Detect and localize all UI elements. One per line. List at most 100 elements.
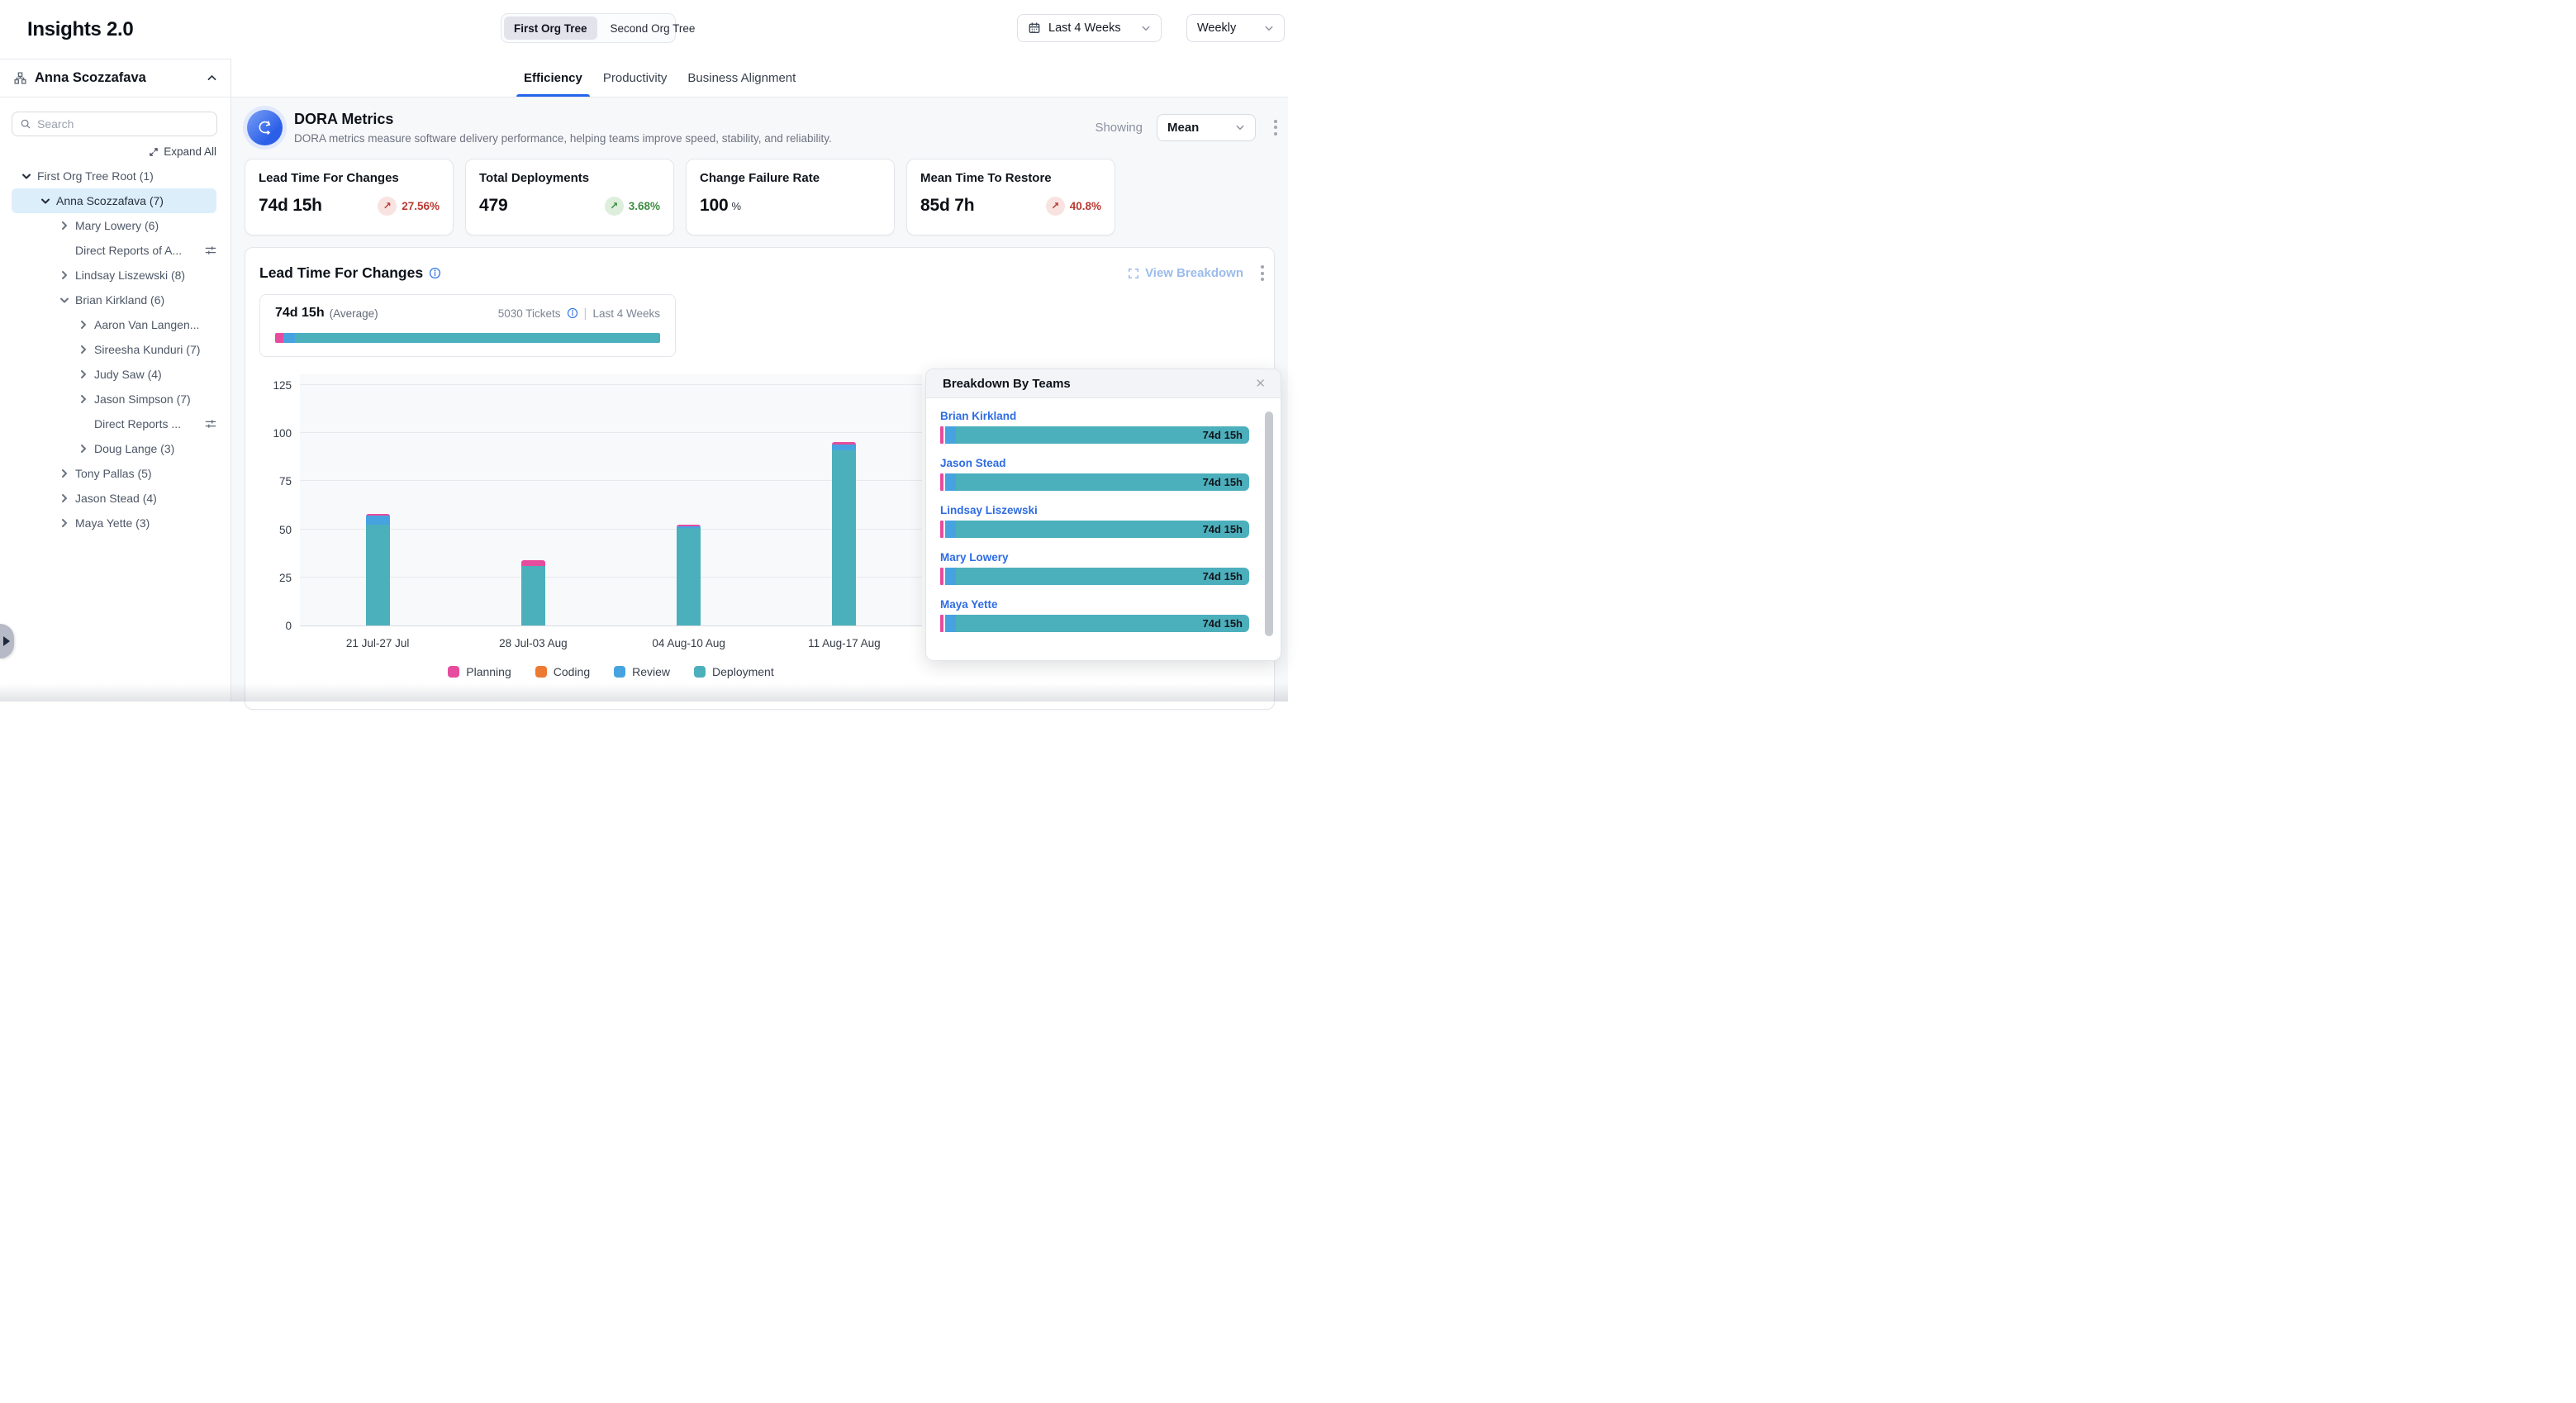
tab-efficiency[interactable]: Efficiency bbox=[524, 59, 582, 97]
tree-item-label: Sireesha Kunduri (7) bbox=[94, 343, 200, 356]
chevron-down-icon[interactable] bbox=[59, 294, 70, 306]
team-row-mary-lowery: Mary Lowery 74d 15h bbox=[940, 551, 1249, 585]
chevron-down-icon[interactable] bbox=[40, 195, 51, 207]
chevron-right-icon[interactable] bbox=[78, 443, 89, 454]
y-tick-label: 50 bbox=[279, 524, 292, 536]
chevron-right-icon[interactable] bbox=[78, 319, 89, 331]
tree-item-label: First Org Tree Root (1) bbox=[37, 169, 154, 183]
lead-time-section: Lead Time For Changes View bbox=[245, 247, 1275, 710]
sliders-icon[interactable] bbox=[205, 245, 216, 256]
bar-column-21-jul-27-jul bbox=[300, 385, 455, 625]
section-title: Lead Time For Changes bbox=[259, 264, 441, 282]
info-icon[interactable] bbox=[429, 267, 441, 279]
legend-item-deployment[interactable]: Deployment bbox=[694, 665, 774, 678]
tree-item-maya-yette-3[interactable]: Maya Yette (3) bbox=[12, 511, 216, 535]
expand-all-label: Expand All bbox=[164, 145, 216, 158]
card-mean-time-to-restore[interactable]: Mean Time To Restore 85d 7h ↗ 40.8% bbox=[906, 159, 1115, 235]
chevron-right-icon[interactable] bbox=[59, 468, 70, 479]
y-tick-label: 100 bbox=[273, 427, 292, 440]
info-icon[interactable] bbox=[567, 307, 578, 319]
legend-item-planning[interactable]: Planning bbox=[448, 665, 511, 678]
bar-04-aug-10-aug[interactable] bbox=[677, 525, 701, 625]
team-stacked-bar[interactable]: 74d 15h bbox=[940, 521, 1249, 538]
tree-item-jason-stead-4[interactable]: Jason Stead (4) bbox=[12, 486, 216, 511]
chevron-right-icon[interactable] bbox=[59, 517, 70, 529]
trend-up-icon: ↗ bbox=[378, 197, 397, 216]
team-list: Brian Kirkland 74d 15h Jason Stead 74d 15h L… bbox=[926, 398, 1281, 632]
tree-item-doug-lange-3[interactable]: Doug Lange (3) bbox=[12, 436, 216, 461]
team-stacked-bar[interactable]: 74d 15h bbox=[940, 615, 1249, 632]
team-stacked-bar[interactable]: 74d 15h bbox=[940, 426, 1249, 444]
tree-item-judy-saw-4[interactable]: Judy Saw (4) bbox=[12, 362, 216, 387]
tree-item-brian-kirkland-6[interactable]: Brian Kirkland (6) bbox=[12, 288, 216, 312]
deployment-segment bbox=[521, 566, 545, 625]
tree-item-sireesha-kunduri-7[interactable]: Sireesha Kunduri (7) bbox=[12, 337, 216, 362]
team-link[interactable]: Jason Stead bbox=[940, 457, 1249, 469]
team-link[interactable]: Mary Lowery bbox=[940, 551, 1249, 564]
team-link[interactable]: Maya Yette bbox=[940, 598, 1249, 611]
team-link[interactable]: Lindsay Liszewski bbox=[940, 504, 1249, 516]
chevron-right-icon[interactable] bbox=[78, 393, 89, 405]
chevron-right-icon[interactable] bbox=[78, 344, 89, 355]
separator: | bbox=[584, 307, 587, 321]
tree-item-jason-simpson-7[interactable]: Jason Simpson (7) bbox=[12, 387, 216, 411]
insights-app: Insights 2.0 First Org Tree Second Org T… bbox=[0, 0, 1288, 702]
card-lead-time-for-changes[interactable]: Lead Time For Changes 74d 15h ↗ 27.56% bbox=[245, 159, 454, 235]
legend-item-review[interactable]: Review bbox=[614, 665, 670, 678]
team-link[interactable]: Brian Kirkland bbox=[940, 410, 1249, 422]
tree-item-lindsay-liszewski-8[interactable]: Lindsay Liszewski (8) bbox=[12, 263, 216, 288]
team-stacked-bar[interactable]: 74d 15h bbox=[940, 568, 1249, 585]
tree-item-first-org-tree-root-1[interactable]: First Org Tree Root (1) bbox=[12, 164, 216, 188]
chevron-right-icon[interactable] bbox=[59, 492, 70, 504]
scrollbar-thumb[interactable] bbox=[1265, 411, 1273, 636]
sidebar-person-name: Anna Scozzafava bbox=[35, 70, 146, 86]
y-axis: 0255075100125 bbox=[259, 374, 300, 626]
sidebar-header[interactable]: Anna Scozzafava bbox=[0, 59, 231, 97]
dora-controls: Showing Mean bbox=[1095, 114, 1275, 141]
chevron-up-icon[interactable] bbox=[207, 73, 217, 83]
plot-inner bbox=[300, 385, 922, 625]
tab-productivity[interactable]: Productivity bbox=[603, 59, 668, 97]
chevron-down-icon[interactable] bbox=[21, 170, 32, 182]
tree-item-anna-scozzafava-7[interactable]: Anna Scozzafava (7) bbox=[12, 188, 216, 213]
chevron-right-icon[interactable] bbox=[78, 369, 89, 380]
panel-title: Breakdown By Teams bbox=[943, 377, 1071, 391]
sliders-icon[interactable] bbox=[205, 418, 216, 430]
dora-kebab-menu-icon[interactable] bbox=[1270, 117, 1281, 139]
metric-value: 479 bbox=[479, 196, 507, 216]
team-stacked-bar[interactable]: 74d 15h bbox=[940, 473, 1249, 491]
bar-28-jul-03-aug[interactable] bbox=[521, 560, 545, 625]
tree-item-tony-pallas-5[interactable]: Tony Pallas (5) bbox=[12, 461, 216, 486]
card-total-deployments[interactable]: Total Deployments 479 ↗ 3.68% bbox=[465, 159, 674, 235]
x-tick-label: 21 Jul-27 Jul bbox=[300, 637, 455, 649]
deployment-segment bbox=[677, 528, 701, 625]
view-breakdown-button[interactable]: View Breakdown bbox=[1128, 266, 1243, 280]
delta-badge: ↗ 40.8% bbox=[1046, 197, 1101, 216]
bar-21-jul-27-jul[interactable] bbox=[366, 514, 390, 625]
page-title: Insights 2.0 bbox=[27, 18, 133, 41]
close-icon[interactable]: ✕ bbox=[1255, 378, 1266, 390]
expand-all-button[interactable]: Expand All bbox=[14, 145, 216, 158]
main-area: Efficiency Productivity Business Alignme… bbox=[231, 0, 1288, 702]
chevron-right-icon[interactable] bbox=[59, 269, 70, 281]
tree-item-label: Mary Lowery (6) bbox=[75, 219, 159, 232]
expand-diagonal-icon bbox=[149, 147, 159, 157]
dora-titles: DORA Metrics DORA metrics measure softwa… bbox=[294, 111, 832, 145]
tree-item-aaron-van-langen[interactable]: Aaron Van Langen... bbox=[12, 312, 216, 337]
search-input[interactable] bbox=[37, 117, 209, 131]
average-meta: 5030 Tickets | Last 4 Weeks bbox=[498, 307, 660, 321]
tree-item-label: Lindsay Liszewski (8) bbox=[75, 269, 185, 282]
card-change-failure-rate[interactable]: Change Failure Rate 100 % bbox=[686, 159, 895, 235]
tree-item-direct-reports[interactable]: Direct Reports ... bbox=[12, 411, 216, 436]
plot-area bbox=[300, 374, 922, 626]
chevron-down-icon bbox=[1235, 122, 1245, 132]
chevron-right-icon[interactable] bbox=[59, 220, 70, 231]
panel-scrollbar[interactable] bbox=[1265, 410, 1273, 649]
tree-item-direct-reports-of-a[interactable]: Direct Reports of A... bbox=[12, 238, 216, 263]
tree-item-mary-lowery-6[interactable]: Mary Lowery (6) bbox=[12, 213, 216, 238]
aggregation-select[interactable]: Mean bbox=[1157, 114, 1256, 141]
legend-item-coding[interactable]: Coding bbox=[535, 665, 590, 678]
bar-11-aug-17-aug[interactable] bbox=[832, 442, 856, 625]
section-kebab-menu-icon[interactable] bbox=[1257, 262, 1268, 284]
tab-business-alignment[interactable]: Business Alignment bbox=[687, 59, 796, 97]
